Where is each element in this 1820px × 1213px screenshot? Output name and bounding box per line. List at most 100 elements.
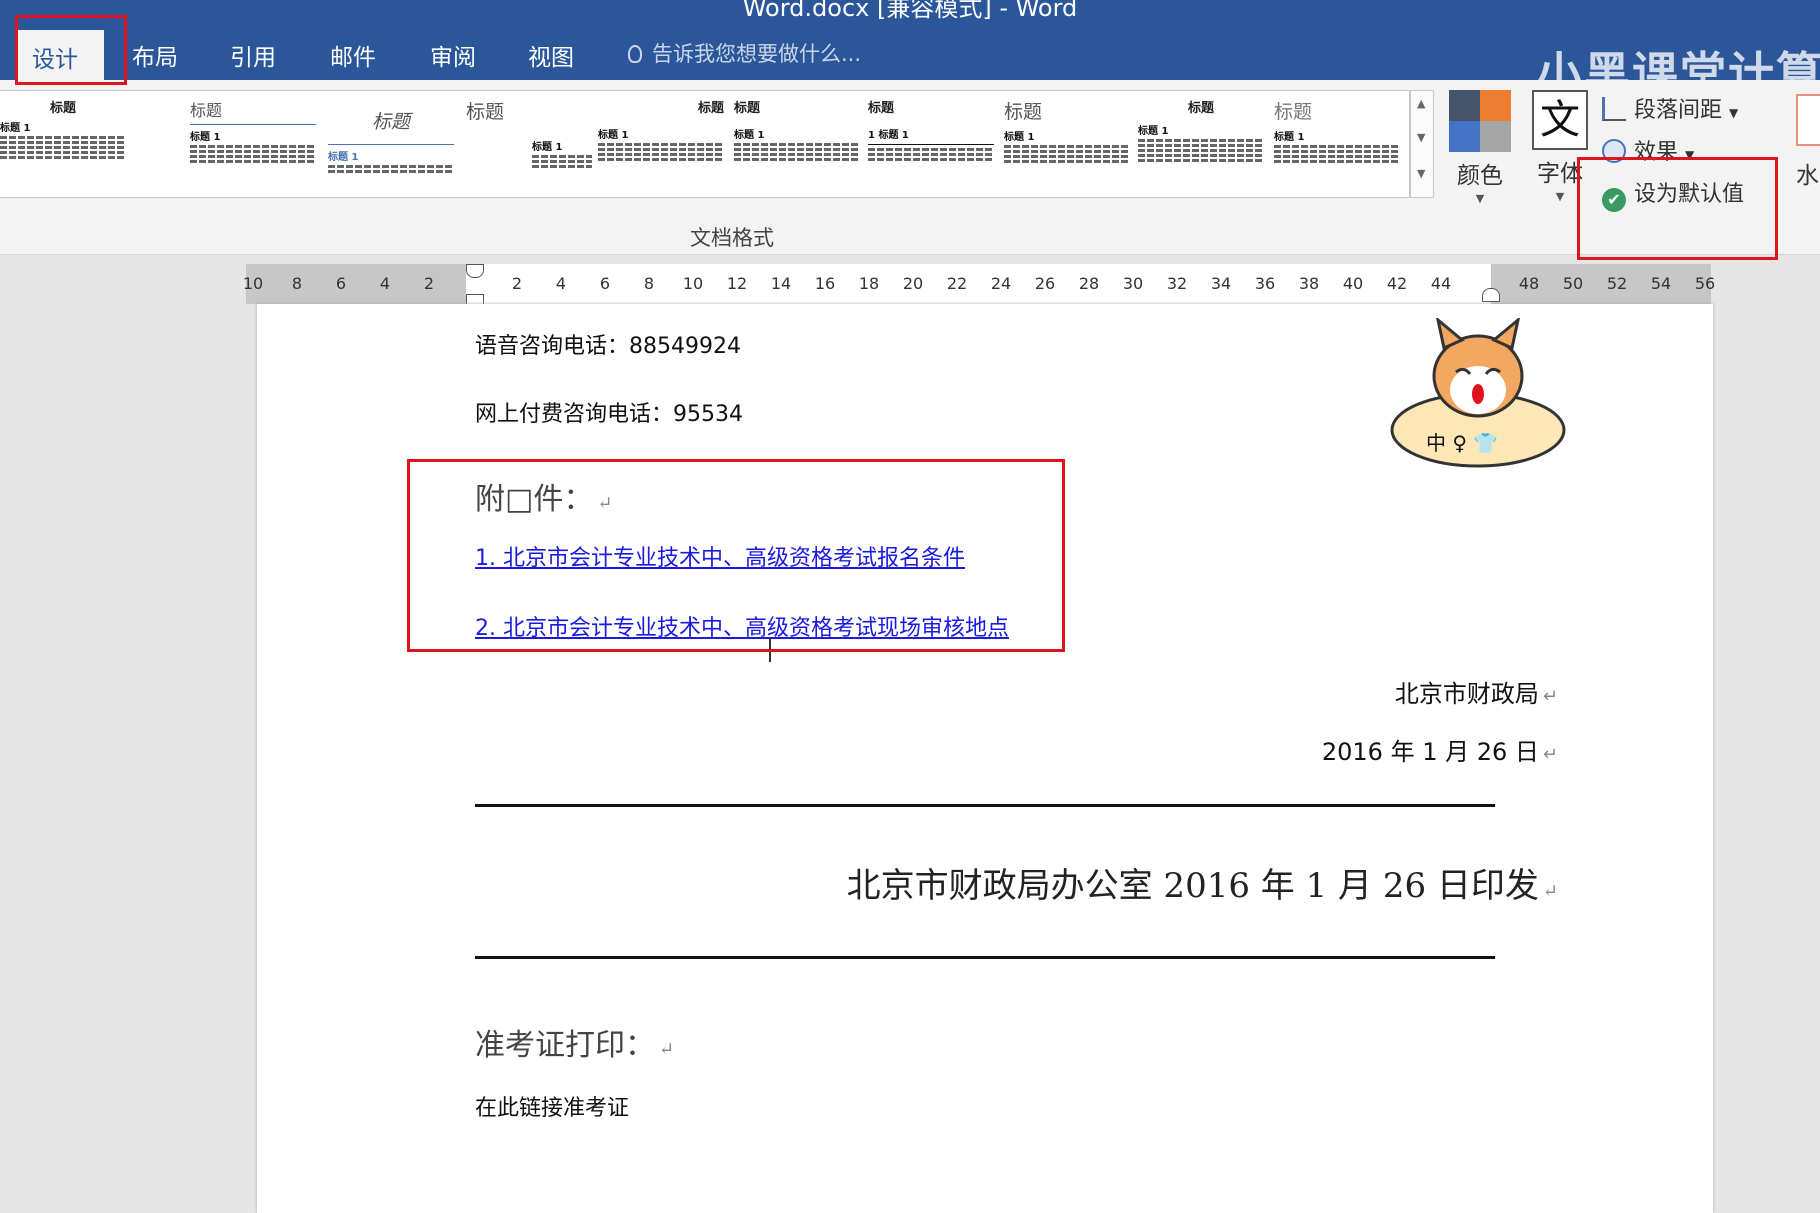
ruler-tick-label: 26 — [1034, 274, 1056, 293]
right-indent-marker[interactable] — [1482, 288, 1500, 302]
scroll-up-icon[interactable]: ▲ — [1417, 97, 1425, 110]
ruler-tick-label: 56 — [1694, 274, 1716, 293]
style-thumb[interactable]: 标题 标题 1 — [598, 97, 724, 193]
ruler-tick-label: 24 — [990, 274, 1012, 293]
ruler-tick-label: 34 — [1210, 274, 1232, 293]
ribbon: 标题 标题 1 标题 标题 1 标题 标题 1 标题 标题 1 标题 标题 1 … — [0, 80, 1820, 255]
ruler-tick-label: 10 — [682, 274, 704, 293]
style-thumb-heading: 标题 1 — [532, 142, 563, 153]
style-thumb[interactable]: 标题 标题 1 — [1138, 97, 1264, 193]
ruler-tick-label: 4 — [379, 274, 391, 293]
style-thumb-heading: 标题 1 — [328, 152, 359, 163]
style-gallery: 标题 标题 1 标题 标题 1 标题 标题 1 标题 标题 1 标题 标题 1 … — [0, 90, 1410, 198]
ruler-tick-label: 54 — [1650, 274, 1672, 293]
tab-references[interactable]: 引用 — [230, 38, 276, 72]
horizontal-rule — [475, 804, 1495, 807]
ruler-tick-label: 16 — [814, 274, 836, 293]
style-thumb-heading: 1 标题 1 — [868, 130, 909, 141]
voice-phone-line: 语音咨询电话：88549924 — [475, 334, 741, 359]
ruler-tick-label: 8 — [291, 274, 303, 293]
scroll-down-icon[interactable]: ▼ — [1417, 131, 1425, 144]
chevron-down-icon: ▼ — [1729, 106, 1739, 120]
title-bar: Word.docx [兼容模式] - Word 设计 布局 引用 邮件 审阅 视… — [0, 0, 1820, 101]
style-thumb[interactable]: 标题 标题 1 — [466, 97, 592, 193]
ruler-tick-label: 10 — [242, 274, 264, 293]
paragraph-spacing-icon — [1602, 97, 1626, 121]
sticker-text: 中 ♀ 👕 — [1426, 431, 1498, 455]
highlight-box-set-default — [1577, 157, 1778, 260]
ruler-tick-label: 38 — [1298, 274, 1320, 293]
style-thumb-heading: 标题 1 — [1004, 132, 1035, 143]
first-line-indent-marker[interactable] — [466, 264, 484, 278]
group-label-document-formatting: 文档格式 — [690, 226, 774, 250]
ruler-tick-label: 6 — [599, 274, 611, 293]
ruler-tick-label: 14 — [770, 274, 792, 293]
palette-icon — [1449, 90, 1511, 152]
tab-mailings[interactable]: 邮件 — [330, 38, 376, 72]
style-thumb-heading: 标题 1 — [598, 130, 629, 141]
paragraph-spacing-button[interactable]: 段落间距 ▼ — [1602, 92, 1738, 124]
style-thumb-title: 标题 — [466, 101, 505, 123]
style-thumb-heading: 标题 1 — [1138, 126, 1169, 137]
ruler-tick-label: 36 — [1254, 274, 1276, 293]
style-thumb-heading: 标题 1 — [734, 130, 765, 141]
watermark-icon[interactable] — [1796, 94, 1820, 146]
style-thumb-heading: 标题 1 — [1274, 132, 1305, 143]
style-thumb[interactable]: 标题 标题 1 — [328, 97, 454, 193]
ruler-tick-label: 8 — [643, 274, 655, 293]
ruler-tick-label: 12 — [726, 274, 748, 293]
colors-label: 颜色 — [1457, 163, 1503, 189]
ruler-tick-label: 2 — [423, 274, 435, 293]
style-thumb-heading: 标题 1 — [190, 132, 221, 143]
style-thumb-title: 标题 — [868, 101, 895, 116]
colors-button[interactable]: 颜色 ▼ — [1440, 90, 1520, 205]
ruler-tick-label: 50 — [1562, 274, 1584, 293]
style-thumb[interactable]: 标题 标题 1 — [1004, 97, 1130, 193]
highlight-box-attachments — [407, 459, 1065, 652]
paragraph-spacing-label: 段落间距 — [1634, 98, 1723, 123]
style-thumb[interactable]: 标题 标题 1 — [190, 97, 316, 193]
ruler-tick-label: 44 — [1430, 274, 1452, 293]
ruler-tick-label: 42 — [1386, 274, 1408, 293]
gallery-scrollbar[interactable]: ▲ ▼ ▼ — [1410, 90, 1434, 198]
style-thumb-heading: 标题 1 — [0, 123, 31, 134]
ruler-tick-label: 48 — [1518, 274, 1540, 293]
tab-layout[interactable]: 布局 — [132, 38, 178, 72]
style-thumb-title: 标题 — [1187, 101, 1214, 116]
signature-date: 2016 年 1 月 26 日 ↵ — [1321, 738, 1558, 766]
tell-me-placeholder: 告诉我您想要做什么... — [652, 42, 862, 66]
chevron-down-icon: ▼ — [1475, 192, 1485, 205]
ruler-tick-label: 32 — [1166, 274, 1188, 293]
style-thumb[interactable]: 标题 标题 1 — [0, 97, 126, 193]
tab-view[interactable]: 视图 — [528, 38, 574, 72]
signature-org: 北京市财政局 ↵ — [1394, 680, 1558, 708]
lightbulb-icon — [628, 45, 642, 63]
style-thumb-title: 标题 — [1004, 101, 1043, 123]
cat-sticker-icon: 中 ♀ 👕 — [1390, 318, 1566, 468]
ticket-heading: 准考证打印： ↵ — [475, 1028, 675, 1063]
style-thumb-title: 标题 — [49, 101, 76, 116]
tell-me-search[interactable]: 告诉我您想要做什么... — [628, 38, 861, 68]
tab-review[interactable]: 审阅 — [430, 38, 476, 72]
ruler-tick-label: 18 — [858, 274, 880, 293]
watermark-button-label[interactable]: 水 — [1796, 156, 1819, 190]
font-icon: 文 — [1532, 90, 1588, 150]
ruler-tick-label: 20 — [902, 274, 924, 293]
ruler-tick-label: 28 — [1078, 274, 1100, 293]
style-thumb[interactable]: 标题 1 标题 1 — [868, 97, 994, 193]
online-phone-line: 网上付费咨询电话：95534 — [475, 402, 743, 427]
horizontal-rule — [475, 956, 1495, 959]
style-thumb[interactable]: 标题 标题 1 — [1274, 97, 1400, 193]
style-thumb-title: 标题 — [190, 101, 223, 120]
gallery-more-icon[interactable]: ▼ — [1417, 167, 1425, 180]
style-thumb-title: 标题 — [1274, 101, 1313, 123]
style-thumb-title: 标题 — [697, 101, 724, 116]
issued-by-line: 北京市财政局办公室 2016 年 1 月 26 日印发 ↵ — [846, 866, 1558, 906]
ruler-tick-label: 22 — [946, 274, 968, 293]
style-thumb-title: 标题 — [371, 111, 410, 133]
style-thumb[interactable]: 标题 标题 1 — [734, 97, 860, 193]
ruler-tick-label: 4 — [555, 274, 567, 293]
ruler-tick-label: 6 — [335, 274, 347, 293]
highlight-box-design-tab — [15, 15, 127, 85]
ruler-tick-label: 40 — [1342, 274, 1364, 293]
